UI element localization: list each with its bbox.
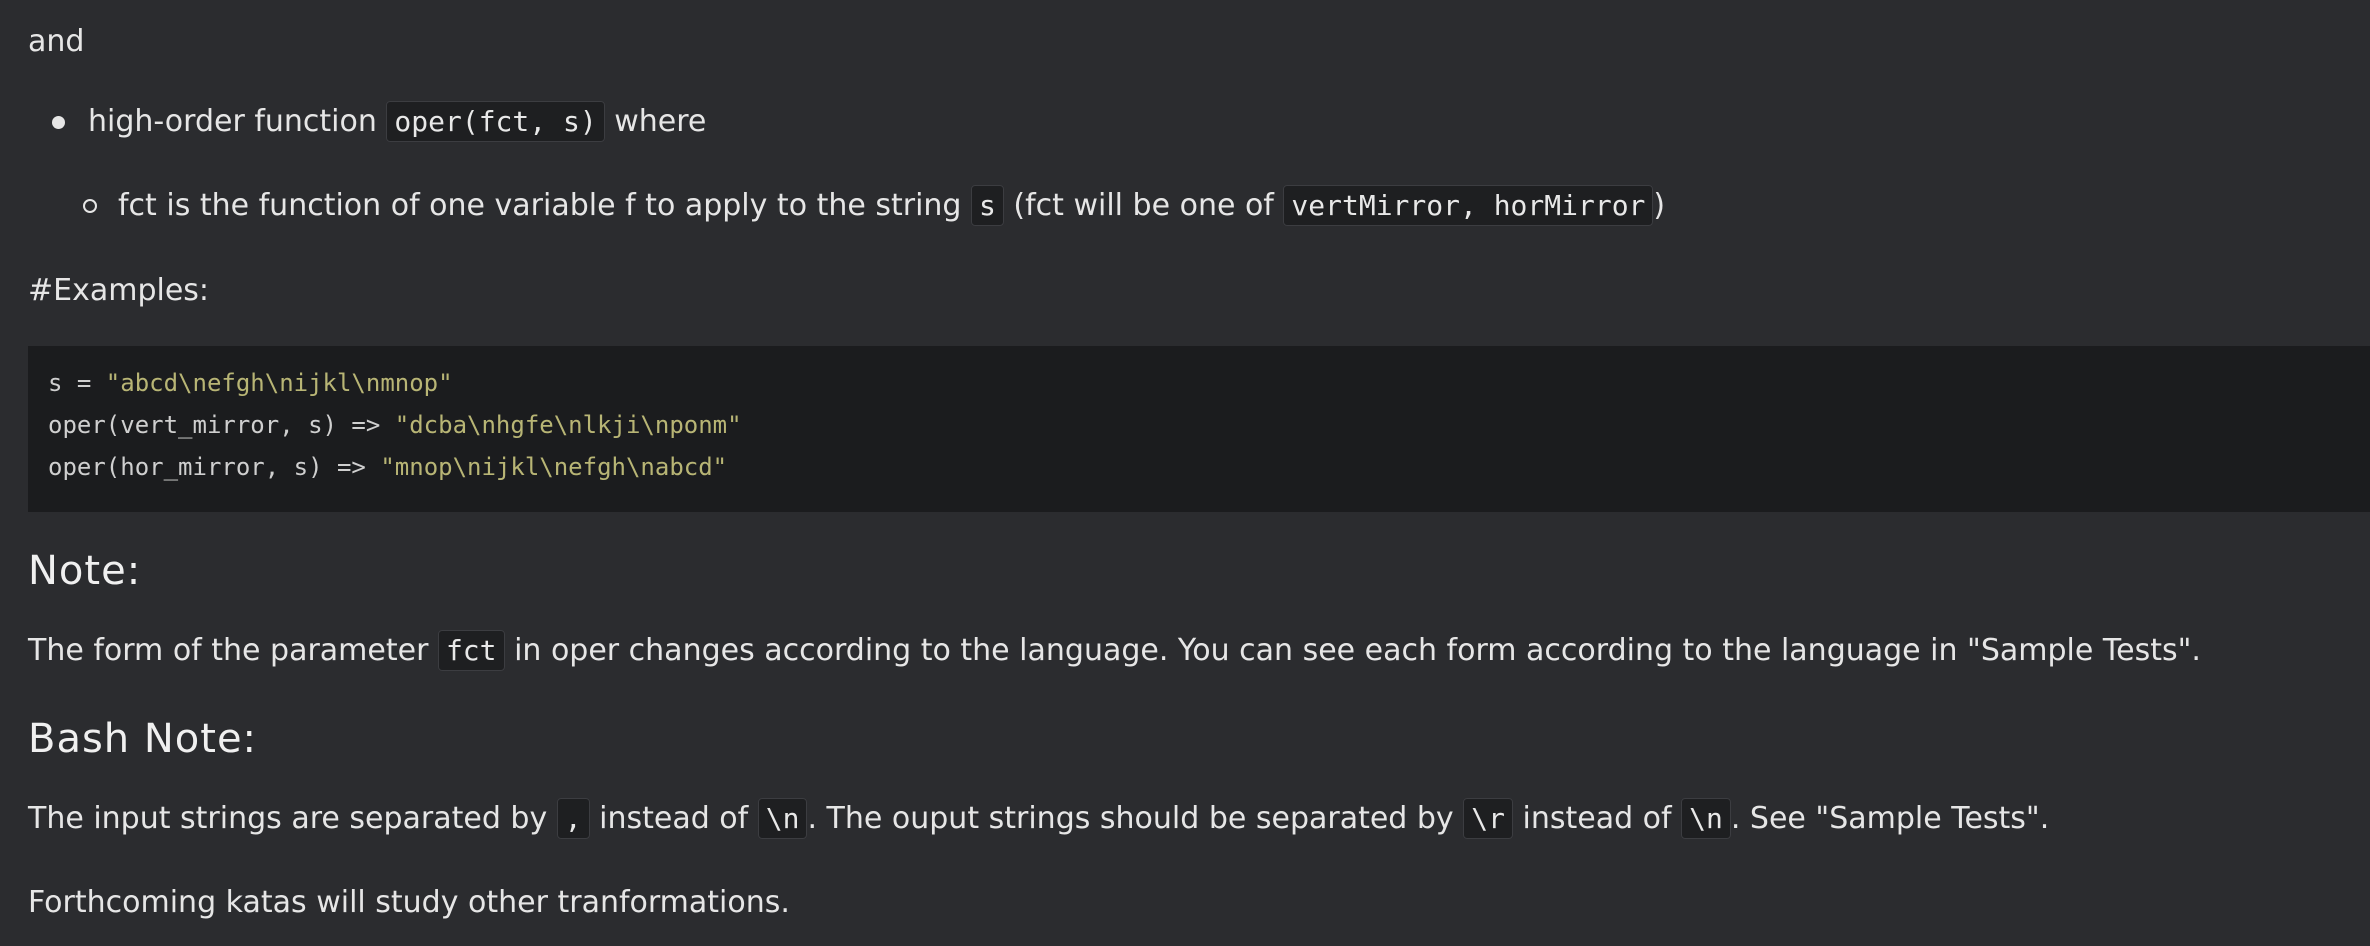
inline-code-newline: \n bbox=[1681, 798, 1731, 839]
forthcoming-katas-text: Forthcoming katas will study other tranf… bbox=[28, 885, 790, 920]
code-line-2: oper(vert_mirror, s) => "dcba\nhgfe\nlkj… bbox=[48, 410, 742, 440]
code-string: "abcd\nefgh\nijkl\nmnop" bbox=[105, 369, 453, 397]
bullet-oper-description: high-order function oper(fct, s) where bbox=[88, 101, 707, 142]
bash-note-text: instead of bbox=[589, 801, 758, 836]
sub-bullet-text: (fct will be one of bbox=[1003, 188, 1284, 223]
code-line-3: oper(hor_mirror, s) => "mnop\nijkl\nefgh… bbox=[48, 452, 727, 482]
sub-bullet-fct-description: fct is the function of one variable f to… bbox=[118, 185, 1666, 226]
inline-code-mirror-functions: vertMirror, horMirror bbox=[1283, 185, 1654, 226]
code-plain: oper(hor_mirror, s) => bbox=[48, 453, 381, 481]
code-string: "mnop\nijkl\nefgh\nabcd" bbox=[380, 453, 728, 481]
bullet-text: where bbox=[604, 104, 707, 139]
and-text: and bbox=[28, 24, 85, 59]
bullet-circle-icon bbox=[83, 199, 97, 213]
note-paragraph: The form of the parameter fct in oper ch… bbox=[28, 630, 2201, 671]
sub-bullet-text: ) bbox=[1653, 188, 1666, 223]
code-string: "dcba\nhgfe\nlkji\nponm" bbox=[394, 411, 742, 439]
inline-code-s: s bbox=[971, 185, 1004, 226]
note-text: The form of the parameter bbox=[28, 633, 438, 668]
bash-note-text: The input strings are separated by bbox=[28, 801, 557, 836]
code-plain: oper(vert_mirror, s) => bbox=[48, 411, 395, 439]
examples-heading: #Examples: bbox=[28, 273, 210, 308]
bash-note-text: instead of bbox=[1512, 801, 1682, 836]
code-plain: s = bbox=[48, 369, 106, 397]
bash-note-text: . See "Sample Tests". bbox=[1730, 801, 2050, 836]
inline-code-comma: , bbox=[556, 798, 590, 839]
bullet-text: high-order function bbox=[88, 104, 387, 139]
bash-note-text: . The ouput strings should be separated … bbox=[807, 801, 1464, 836]
bash-note-heading: Bash Note: bbox=[28, 716, 258, 762]
sub-bullet-text: fct is the function of one variable f to… bbox=[118, 188, 972, 223]
code-line-1: s = "abcd\nefgh\nijkl\nmnop" bbox=[48, 368, 453, 398]
bash-note-paragraph: The input strings are separated by , ins… bbox=[28, 798, 2050, 839]
inline-code-oper: oper(fct, s) bbox=[386, 101, 605, 142]
note-heading: Note: bbox=[28, 548, 142, 594]
kata-description: and high-order function oper(fct, s) whe… bbox=[0, 0, 2370, 946]
inline-code-carriage-return: \r bbox=[1463, 798, 1513, 839]
note-text: in oper changes according to the languag… bbox=[504, 633, 2201, 668]
inline-code-fct: fct bbox=[437, 630, 505, 671]
examples-code-block[interactable]: s = "abcd\nefgh\nijkl\nmnop" oper(vert_m… bbox=[28, 346, 2370, 512]
bullet-disc-icon bbox=[52, 116, 65, 129]
inline-code-newline: \n bbox=[757, 798, 808, 839]
